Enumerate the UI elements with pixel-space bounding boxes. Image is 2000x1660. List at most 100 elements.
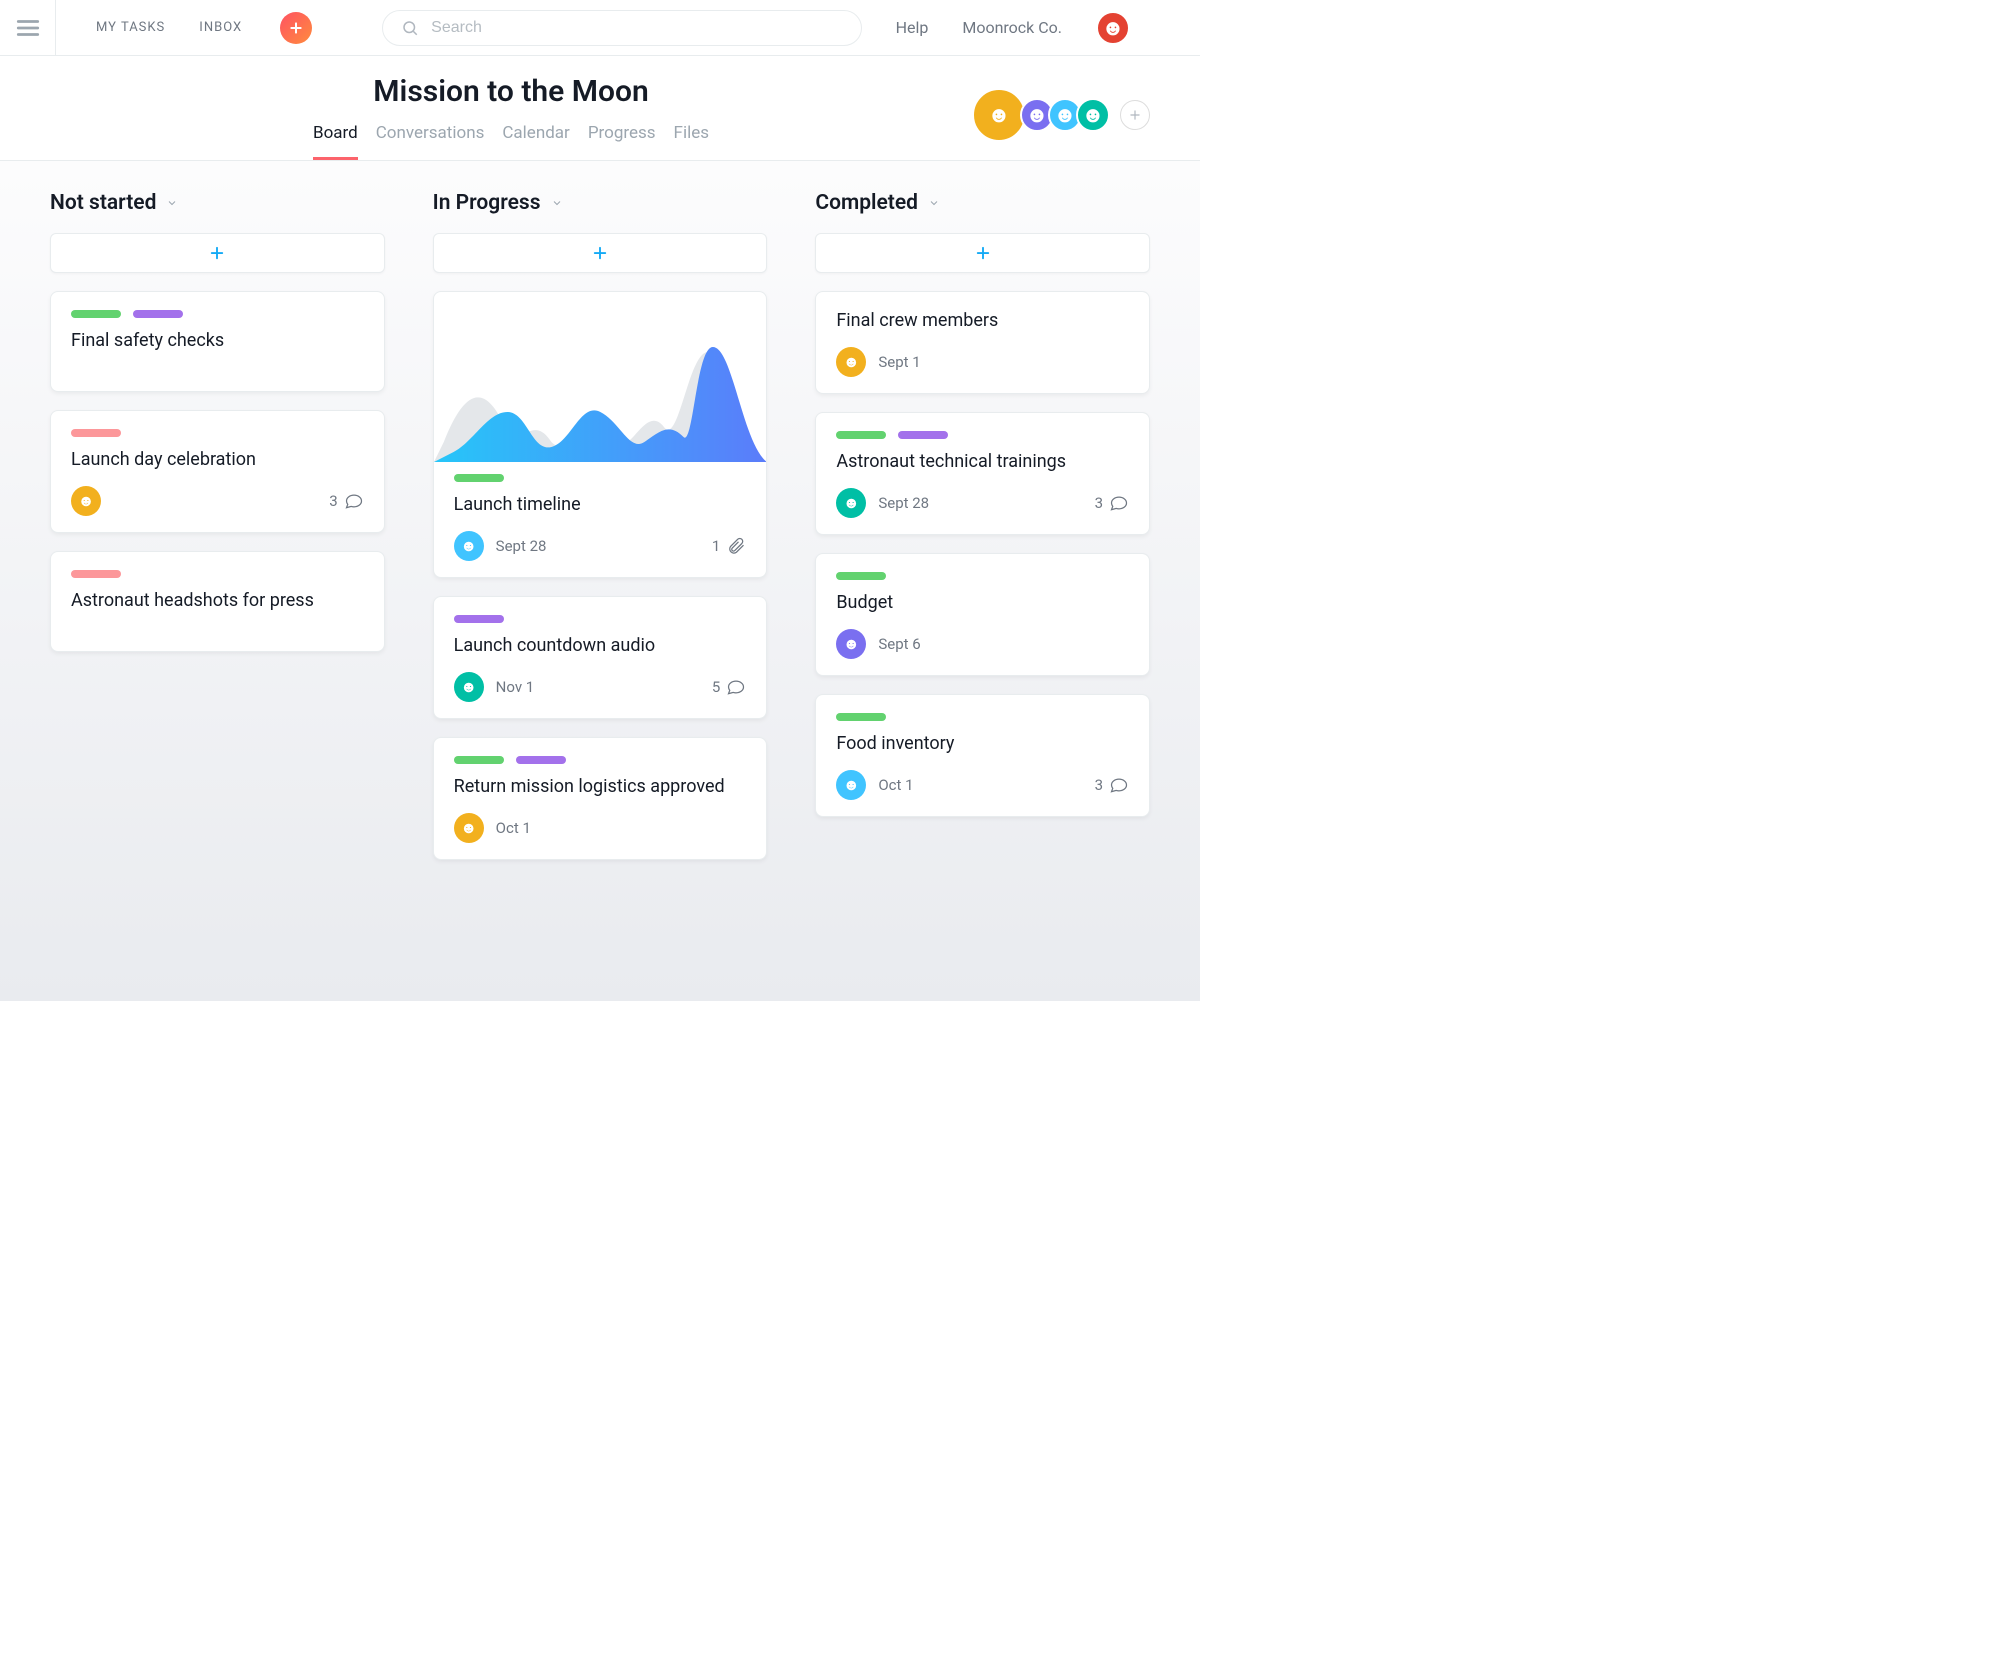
card-tags bbox=[836, 713, 1129, 721]
card-footer: ☻ Sept 1 bbox=[836, 347, 1129, 377]
tag-pink bbox=[71, 570, 121, 578]
task-card[interactable]: Final crew members ☻ Sept 1 bbox=[815, 291, 1150, 394]
chevron-down-icon bbox=[928, 197, 940, 209]
project-header: Mission to the Moon Board Conversations … bbox=[0, 56, 1200, 161]
task-card[interactable]: Launch day celebration ☻ 3 bbox=[50, 410, 385, 533]
card-title: Launch day celebration bbox=[71, 449, 364, 470]
search-icon bbox=[401, 19, 419, 37]
assignee-avatar[interactable]: ☻ bbox=[71, 486, 101, 516]
task-card[interactable]: Launch countdown audio ☻ Nov 1 5 bbox=[433, 596, 768, 719]
member-avatar[interactable]: ☻ bbox=[1076, 98, 1110, 132]
add-member-button[interactable] bbox=[1120, 100, 1150, 130]
task-card[interactable]: Return mission logistics approved ☻ Oct … bbox=[433, 737, 768, 860]
card-footer: ☻ Sept 6 bbox=[836, 629, 1129, 659]
card-tags bbox=[454, 615, 747, 623]
tab-conversations[interactable]: Conversations bbox=[376, 123, 485, 160]
comment-icon bbox=[726, 677, 746, 697]
tag-purple bbox=[898, 431, 948, 439]
tab-files[interactable]: Files bbox=[674, 123, 709, 160]
due-date: Sept 28 bbox=[878, 494, 929, 512]
assignee-avatar[interactable]: ☻ bbox=[836, 770, 866, 800]
task-card[interactable]: Astronaut headshots for press bbox=[50, 551, 385, 652]
tag-purple bbox=[516, 756, 566, 764]
task-card[interactable]: Astronaut technical trainings ☻ Sept 28 … bbox=[815, 412, 1150, 535]
card-meta: 3 bbox=[1095, 775, 1129, 795]
card-footer: ☻ Oct 1 3 bbox=[836, 770, 1129, 800]
add-card-button[interactable] bbox=[815, 233, 1150, 273]
card-footer: ☻ Oct 1 bbox=[454, 813, 747, 843]
column-header[interactable]: Completed bbox=[815, 191, 1150, 215]
add-card-button[interactable] bbox=[433, 233, 768, 273]
assignee-avatar[interactable]: ☻ bbox=[836, 488, 866, 518]
tab-calendar[interactable]: Calendar bbox=[502, 123, 569, 160]
column-completed: Completed Final crew members ☻ Sept 1 As… bbox=[815, 191, 1150, 817]
plus-icon bbox=[974, 244, 992, 262]
member-avatar[interactable]: ☻ bbox=[972, 88, 1026, 142]
card-footer: ☻ Sept 28 3 bbox=[836, 488, 1129, 518]
tab-progress[interactable]: Progress bbox=[588, 123, 656, 160]
user-avatar[interactable]: ☻ bbox=[1096, 11, 1130, 45]
card-meta: 3 bbox=[329, 491, 363, 511]
column-name: In Progress bbox=[433, 191, 541, 215]
card-title: Return mission logistics approved bbox=[454, 776, 747, 797]
column-header[interactable]: In Progress bbox=[433, 191, 768, 215]
column-in-progress: In Progress Launch timeline ☻ Sept 28 bbox=[433, 191, 768, 860]
assignee-avatar[interactable]: ☻ bbox=[836, 629, 866, 659]
due-date: Oct 1 bbox=[496, 819, 531, 837]
card-tags bbox=[836, 431, 1129, 439]
task-card[interactable]: Final safety checks bbox=[50, 291, 385, 392]
due-date: Sept 1 bbox=[878, 353, 920, 371]
assignee-avatar[interactable]: ☻ bbox=[836, 347, 866, 377]
tag-green bbox=[454, 756, 504, 764]
task-card[interactable]: Budget ☻ Sept 6 bbox=[815, 553, 1150, 676]
task-card[interactable]: Food inventory ☻ Oct 1 3 bbox=[815, 694, 1150, 817]
global-add-button[interactable] bbox=[280, 12, 312, 44]
assignee-avatar[interactable]: ☻ bbox=[454, 531, 484, 561]
nav-links: MY TASKS INBOX bbox=[96, 12, 312, 44]
nav-my-tasks[interactable]: MY TASKS bbox=[96, 20, 165, 35]
topbar-right: Help Moonrock Co. ☻ bbox=[896, 11, 1130, 45]
column-header[interactable]: Not started bbox=[50, 191, 385, 215]
card-chart bbox=[434, 292, 767, 462]
project-title: Mission to the Moon bbox=[373, 74, 648, 109]
search-box[interactable] bbox=[382, 10, 862, 46]
card-tags bbox=[454, 756, 747, 764]
paperclip-icon bbox=[726, 536, 746, 556]
card-title: Launch timeline bbox=[454, 494, 747, 515]
comment-count: 3 bbox=[1095, 776, 1103, 794]
card-title: Final safety checks bbox=[71, 330, 364, 351]
card-tags bbox=[836, 572, 1129, 580]
tag-purple bbox=[133, 310, 183, 318]
search-input[interactable] bbox=[429, 18, 843, 38]
assignee-avatar[interactable]: ☻ bbox=[454, 813, 484, 843]
hamburger-icon bbox=[15, 15, 41, 41]
card-meta: 5 bbox=[712, 677, 746, 697]
card-tags bbox=[71, 429, 364, 437]
card-tags bbox=[71, 570, 364, 578]
comment-count: 3 bbox=[1095, 494, 1103, 512]
tag-green bbox=[71, 310, 121, 318]
card-title: Food inventory bbox=[836, 733, 1129, 754]
tab-board[interactable]: Board bbox=[313, 123, 358, 160]
board: Not started Final safety checks Launch d… bbox=[0, 161, 1200, 1001]
task-card[interactable]: Launch timeline ☻ Sept 28 1 bbox=[433, 291, 768, 578]
nav-inbox[interactable]: INBOX bbox=[199, 20, 242, 35]
due-date: Oct 1 bbox=[878, 776, 913, 794]
assignee-avatar[interactable]: ☻ bbox=[454, 672, 484, 702]
topbar: MY TASKS INBOX Help Moonrock Co. ☻ bbox=[0, 0, 1200, 56]
column-name: Completed bbox=[815, 191, 918, 215]
comment-icon bbox=[1109, 493, 1129, 513]
tag-green bbox=[836, 713, 886, 721]
attachment-count: 1 bbox=[712, 537, 720, 555]
org-link[interactable]: Moonrock Co. bbox=[962, 18, 1062, 37]
tag-purple bbox=[454, 615, 504, 623]
comment-icon bbox=[1109, 775, 1129, 795]
plus-icon bbox=[1128, 108, 1142, 122]
column-not-started: Not started Final safety checks Launch d… bbox=[50, 191, 385, 652]
add-card-button[interactable] bbox=[50, 233, 385, 273]
help-link[interactable]: Help bbox=[896, 18, 929, 37]
project-tabs: Board Conversations Calendar Progress Fi… bbox=[313, 123, 709, 160]
card-tags bbox=[71, 310, 364, 318]
plus-icon bbox=[288, 20, 304, 36]
hamburger-menu[interactable] bbox=[0, 0, 56, 56]
